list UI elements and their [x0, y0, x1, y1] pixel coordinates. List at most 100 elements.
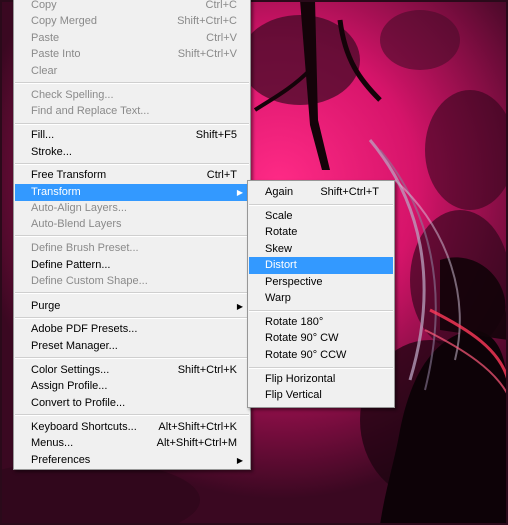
menu-item-skew[interactable]: Skew	[249, 241, 393, 258]
menu-item-copy[interactable]: Copy Ctrl+C	[15, 0, 249, 14]
menu-item-shortcut: Shift+F5	[195, 129, 237, 141]
menu-item-label: Find and Replace Text...	[31, 105, 150, 117]
menu-item-define-brush[interactable]: Define Brush Preset...	[15, 240, 249, 257]
menu-item-menus[interactable]: Menus... Alt+Shift+Ctrl+M	[15, 435, 249, 452]
menu-separator	[15, 414, 249, 416]
menu-item-label: Clear	[31, 65, 58, 77]
menu-item-auto-blend[interactable]: Auto-Blend Layers	[15, 216, 249, 233]
menu-item-pdf-presets[interactable]: Adobe PDF Presets...	[15, 321, 249, 338]
menu-item-label: Copy Merged	[31, 15, 98, 27]
menu-item-shortcut: Ctrl+V	[206, 32, 237, 44]
menu-separator	[15, 292, 249, 294]
menu-item-label: Skew	[265, 243, 292, 255]
menu-item-stroke[interactable]: Stroke...	[15, 144, 249, 161]
menu-item-auto-align[interactable]: Auto-Align Layers...	[15, 200, 249, 217]
menu-item-rotate-90-cw[interactable]: Rotate 90° CW	[249, 330, 393, 347]
menu-item-label: Purge	[31, 300, 61, 312]
menu-item-label: Rotate	[265, 226, 298, 238]
menu-item-paste[interactable]: Paste Ctrl+V	[15, 30, 249, 47]
menu-item-label: Rotate 90° CW	[265, 332, 339, 344]
menu-item-purge[interactable]: Purge ▶	[15, 298, 249, 315]
menu-item-transform[interactable]: Transform ▶	[15, 184, 249, 201]
menu-item-again[interactable]: Again Shift+Ctrl+T	[249, 184, 393, 201]
menu-item-shortcut: Shift+Ctrl+T	[320, 186, 379, 198]
menu-item-define-pattern[interactable]: Define Pattern...	[15, 257, 249, 274]
menu-item-fill[interactable]: Fill... Shift+F5	[15, 127, 249, 144]
menu-item-label: Scale	[265, 210, 293, 222]
menu-item-label: Menus...	[31, 437, 74, 449]
edit-menu: Copy Ctrl+C Copy Merged Shift+Ctrl+C Pas…	[13, 0, 251, 470]
menu-separator	[249, 204, 393, 206]
menu-item-distort[interactable]: Distort	[249, 257, 393, 274]
transform-submenu: Again Shift+Ctrl+T Scale Rotate Skew Dis…	[247, 180, 395, 408]
menu-item-flip-horizontal[interactable]: Flip Horizontal	[249, 371, 393, 388]
menu-item-label: Rotate 90° CCW	[265, 349, 347, 361]
chevron-right-icon: ▶	[236, 456, 243, 465]
menu-item-warp[interactable]: Warp	[249, 290, 393, 307]
menu-separator	[15, 123, 249, 125]
menu-item-perspective[interactable]: Perspective	[249, 274, 393, 291]
menu-item-shortcut: Shift+Ctrl+C	[177, 15, 237, 27]
menu-item-color-settings[interactable]: Color Settings... Shift+Ctrl+K	[15, 362, 249, 379]
menu-item-free-transform[interactable]: Free Transform Ctrl+T	[15, 167, 249, 184]
menu-item-label: Copy	[31, 0, 57, 11]
menu-item-label: Again	[265, 186, 294, 198]
menu-item-check-spelling[interactable]: Check Spelling...	[15, 87, 249, 104]
menu-item-label: Paste Into	[31, 48, 81, 60]
menu-separator	[15, 82, 249, 84]
menu-item-clear[interactable]: Clear	[15, 63, 249, 80]
menu-separator	[15, 317, 249, 319]
menu-item-rotate[interactable]: Rotate	[249, 224, 393, 241]
menu-item-shortcut: Ctrl+C	[205, 0, 237, 11]
menu-item-label: Paste	[31, 32, 60, 44]
menu-item-rotate-180[interactable]: Rotate 180°	[249, 314, 393, 331]
menu-item-shortcut: Shift+Ctrl+K	[177, 364, 237, 376]
menu-separator	[15, 357, 249, 359]
menu-item-label: Flip Vertical	[265, 389, 322, 401]
menu-item-label: Preferences	[31, 454, 91, 466]
menu-item-label: Fill...	[31, 129, 55, 141]
menu-item-label: Distort	[265, 259, 297, 271]
menu-item-shortcut: Alt+Shift+Ctrl+K	[158, 421, 237, 433]
menu-item-label: Free Transform	[31, 169, 107, 181]
menu-separator	[15, 235, 249, 237]
menu-item-assign-profile[interactable]: Assign Profile...	[15, 378, 249, 395]
chevron-right-icon: ▶	[236, 302, 243, 311]
menu-item-shortcut: Ctrl+T	[206, 169, 237, 181]
menu-item-label: Assign Profile...	[31, 380, 108, 392]
menu-item-convert-profile[interactable]: Convert to Profile...	[15, 395, 249, 412]
chevron-right-icon: ▶	[236, 188, 243, 197]
menu-item-label: Keyboard Shortcuts...	[31, 421, 137, 433]
menu-item-shortcut: Shift+Ctrl+V	[177, 48, 237, 60]
menu-item-label: Transform	[31, 186, 81, 198]
menu-item-copy-merged[interactable]: Copy Merged Shift+Ctrl+C	[15, 13, 249, 30]
menu-separator	[249, 310, 393, 312]
menu-item-scale[interactable]: Scale	[249, 208, 393, 225]
menu-item-label: Auto-Align Layers...	[31, 202, 127, 214]
menu-item-label: Check Spelling...	[31, 89, 114, 101]
menu-item-shortcut: Alt+Shift+Ctrl+M	[156, 437, 237, 449]
menu-item-rotate-90-ccw[interactable]: Rotate 90° CCW	[249, 347, 393, 364]
menu-item-label: Convert to Profile...	[31, 397, 126, 409]
menu-item-label: Stroke...	[31, 146, 72, 158]
menu-item-label: Rotate 180°	[265, 316, 324, 328]
menu-item-flip-vertical[interactable]: Flip Vertical	[249, 387, 393, 404]
menu-item-label: Perspective	[265, 276, 323, 288]
menu-item-label: Warp	[265, 292, 291, 304]
menu-item-preferences[interactable]: Preferences ▶	[15, 452, 249, 469]
menu-item-keyboard-shortcuts[interactable]: Keyboard Shortcuts... Alt+Shift+Ctrl+K	[15, 419, 249, 436]
menu-separator	[15, 163, 249, 165]
menu-item-preset-manager[interactable]: Preset Manager...	[15, 338, 249, 355]
menu-item-label: Auto-Blend Layers	[31, 218, 122, 230]
menu-item-label: Define Brush Preset...	[31, 242, 139, 254]
menu-item-label: Define Custom Shape...	[31, 275, 148, 287]
menu-separator	[249, 367, 393, 369]
menu-item-label: Preset Manager...	[31, 340, 118, 352]
menu-item-label: Adobe PDF Presets...	[31, 323, 138, 335]
menu-item-find-replace[interactable]: Find and Replace Text...	[15, 103, 249, 120]
menu-item-label: Color Settings...	[31, 364, 110, 376]
menu-item-define-shape[interactable]: Define Custom Shape...	[15, 273, 249, 290]
menu-item-label: Flip Horizontal	[265, 373, 336, 385]
menu-item-paste-into[interactable]: Paste Into Shift+Ctrl+V	[15, 46, 249, 63]
menu-item-label: Define Pattern...	[31, 259, 111, 271]
